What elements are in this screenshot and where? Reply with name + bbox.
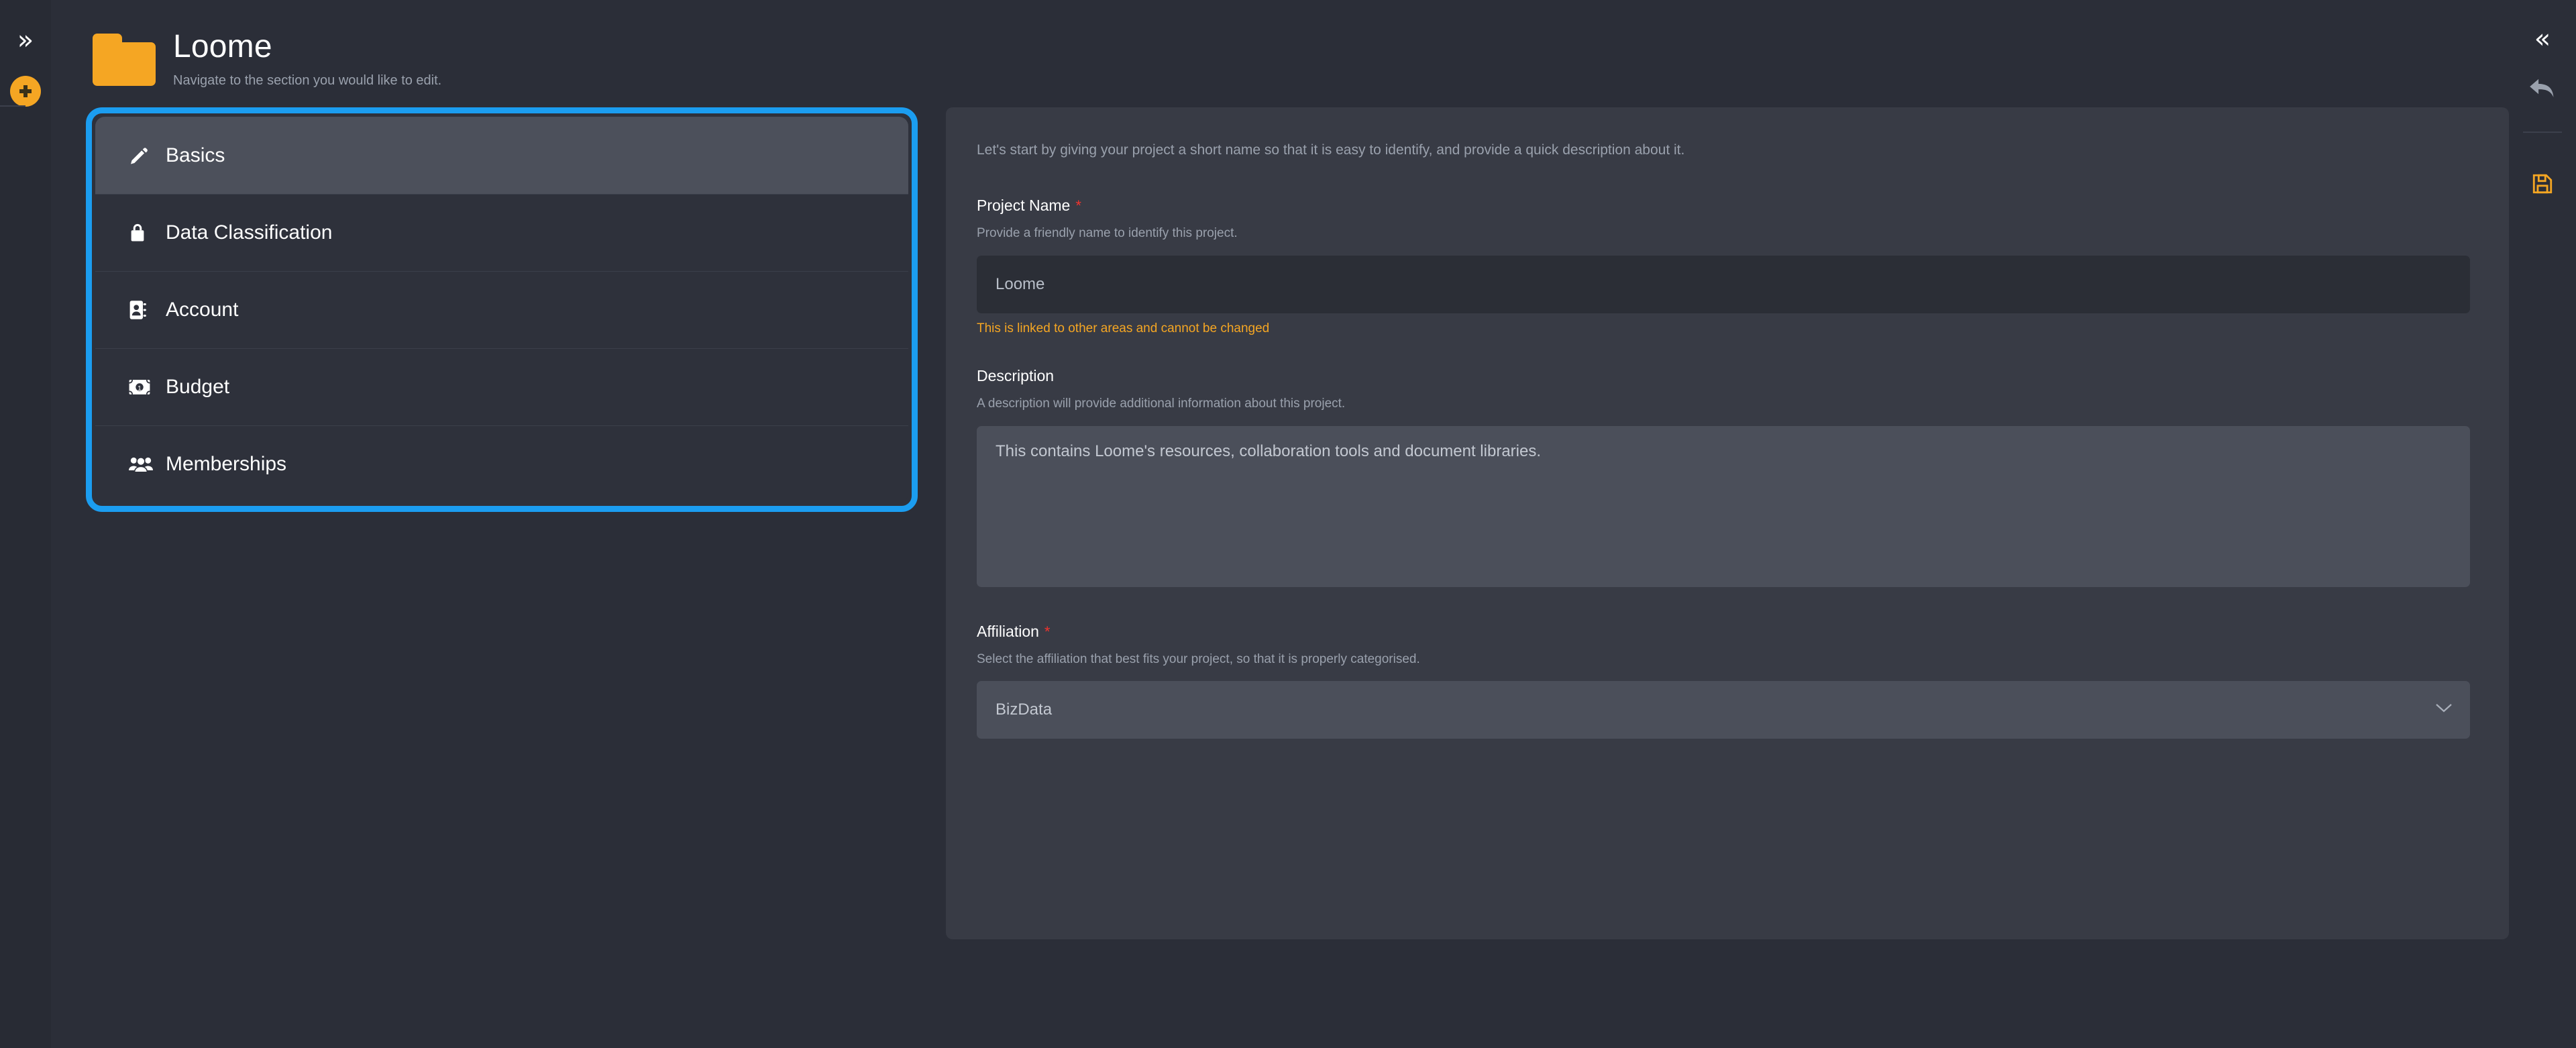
- sidebar-item-account[interactable]: Account: [95, 271, 908, 348]
- chevron-double-left-icon: «: [2534, 23, 2551, 54]
- form-intro-text: Let's start by giving your project a sho…: [977, 142, 1685, 158]
- description-field: Description A description will provide a…: [977, 367, 2470, 590]
- save-floppy-icon: [2531, 172, 2554, 199]
- users-icon: [129, 456, 162, 473]
- svg-text:1: 1: [138, 384, 142, 392]
- description-hint: A description will provide additional in…: [977, 396, 1346, 411]
- sidebar-item-label: Budget: [166, 375, 230, 398]
- required-marker: *: [1044, 623, 1051, 640]
- right-rail: «: [2509, 0, 2576, 1048]
- sidebar-item-memberships[interactable]: Memberships: [95, 425, 908, 503]
- pencil-icon: [129, 146, 162, 166]
- project-name-field: Project Name * Provide a friendly name t…: [977, 197, 2470, 336]
- sidebar-item-budget[interactable]: 1 Budget: [95, 348, 908, 425]
- rail-divider: [0, 105, 25, 107]
- section-nav-list: Basics Data Classification Account 1 Bud…: [95, 117, 908, 503]
- sidebar-item-label: Account: [166, 298, 239, 321]
- sidebar-item-label: Data Classification: [166, 221, 333, 244]
- required-marker: *: [1075, 197, 1081, 215]
- description-textarea[interactable]: [977, 425, 2470, 587]
- undo-button[interactable]: [2517, 64, 2568, 115]
- folder-icon: [93, 34, 156, 86]
- center-column: Loome Navigate to the section you would …: [51, 0, 2509, 1048]
- sidebar-item-basics[interactable]: Basics: [95, 117, 908, 195]
- page-title: Loome: [173, 29, 272, 64]
- affiliation-select[interactable]: [977, 681, 2470, 739]
- page-subtitle: Navigate to the section you would like t…: [173, 73, 442, 88]
- project-name-input[interactable]: [977, 255, 2470, 313]
- expand-left-panel-button[interactable]: »: [0, 15, 51, 66]
- project-name-warning: This is linked to other areas and cannot…: [977, 321, 1270, 335]
- basics-form-panel: Let's start by giving your project a sho…: [946, 107, 2509, 939]
- sidebar-item-data-classification[interactable]: Data Classification: [95, 194, 908, 271]
- sidebar-item-label: Memberships: [166, 452, 287, 475]
- lock-icon: [129, 223, 162, 243]
- left-rail: »: [0, 0, 51, 1048]
- affiliation-label-text: Affiliation: [977, 622, 1039, 640]
- affiliation-select-wrap: [977, 681, 2470, 739]
- app-root: » Loome Navigate to the section you woul…: [0, 0, 2576, 1048]
- body-columns: Basics Data Classification Account 1 Bud…: [51, 107, 2509, 939]
- address-book-icon: [129, 300, 162, 320]
- add-new-button[interactable]: [0, 66, 51, 117]
- project-name-label-text: Project Name: [977, 197, 1071, 215]
- money-bill-icon: 1: [129, 379, 162, 395]
- collapse-right-panel-button[interactable]: «: [2517, 13, 2568, 64]
- page-header: Loome Navigate to the section you would …: [51, 0, 2509, 107]
- header-text-block: Loome Navigate to the section you would …: [173, 19, 441, 89]
- undo-arrow-icon: [2529, 77, 2556, 103]
- affiliation-label: Affiliation *: [977, 623, 2470, 641]
- description-label-text: Description: [977, 366, 1055, 384]
- chevron-double-right-icon: »: [17, 25, 34, 56]
- project-name-hint: Provide a friendly name to identify this…: [977, 226, 1238, 241]
- affiliation-field: Affiliation * Select the affiliation tha…: [977, 623, 2470, 739]
- sidebar-item-label: Basics: [166, 144, 225, 166]
- plus-circle-icon: [10, 76, 41, 107]
- section-nav-highlight: Basics Data Classification Account 1 Bud…: [86, 107, 918, 512]
- description-label: Description: [977, 367, 2470, 385]
- rail-divider: [2523, 132, 2562, 133]
- save-button[interactable]: [2517, 160, 2568, 211]
- affiliation-hint: Select the affiliation that best fits yo…: [977, 651, 1420, 666]
- project-name-label: Project Name *: [977, 197, 2470, 215]
